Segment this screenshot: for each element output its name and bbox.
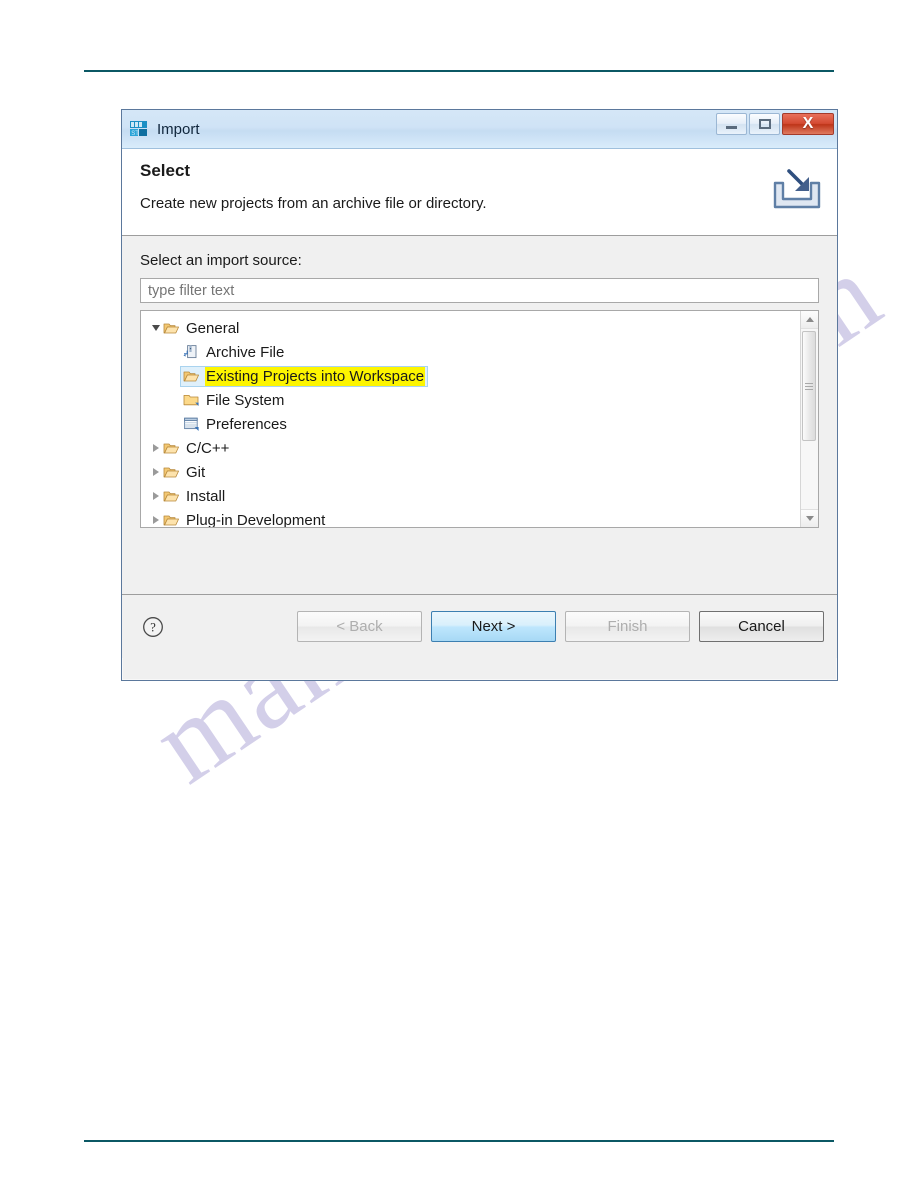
button-label: < Back (336, 618, 383, 635)
stm32-app-icon: ST (129, 119, 149, 139)
filter-input[interactable] (140, 278, 819, 303)
finish-button: Finish (565, 611, 690, 642)
tree-item-label: File System (206, 391, 285, 409)
tree-item-content: Install (163, 486, 225, 507)
tree-item-content: Plug-in Development (163, 510, 326, 528)
wizard-buttons: < Back Next > Finish Cancel (288, 611, 824, 642)
scroll-up-button[interactable] (801, 311, 818, 329)
import-source-tree: General Archive File Existing Projects int… (140, 310, 819, 528)
minimize-icon (726, 125, 737, 129)
button-label: Next > (471, 618, 516, 635)
svg-text:?: ? (150, 620, 156, 634)
tree-item-content: Preferences (183, 414, 287, 435)
minimize-button[interactable] (716, 113, 747, 135)
page-description: Create new projects from an archive file… (140, 195, 487, 212)
tree-item-content: C/C++ (163, 438, 229, 459)
button-label: Finish (607, 618, 648, 635)
import-wizard-icon (767, 161, 827, 219)
tree-item[interactable]: C/C++ (141, 436, 800, 460)
tree-item-content: Archive File (183, 342, 284, 363)
dialog-title: Import (157, 120, 200, 138)
page-title: Select (140, 161, 191, 180)
tree-rows: General Archive File Existing Projects int… (141, 311, 800, 527)
chevron-up-icon (805, 317, 814, 322)
expander-expand-icon[interactable] (149, 465, 163, 479)
tree-item-label: Archive File (206, 343, 285, 361)
close-icon: X (802, 115, 814, 132)
open-folder-icon (163, 488, 180, 504)
question-mark-icon[interactable]: ? (142, 616, 164, 638)
closed-folder-icon (183, 392, 200, 408)
import-dialog: ST Import X Select Create new projects f… (121, 109, 838, 681)
grip-icon (805, 381, 813, 392)
expander-expand-icon[interactable] (149, 489, 163, 503)
next-button[interactable]: Next > (431, 611, 556, 642)
expander-collapse-icon[interactable] (149, 321, 163, 335)
dialog-header: Select Create new projects from an archi… (122, 149, 837, 236)
window-controls: X (716, 113, 834, 135)
tree-item-content: Git (163, 462, 205, 483)
tree-item-content: General (163, 318, 239, 339)
scrollbar-track[interactable] (801, 329, 818, 509)
tree-item-label: Preferences (206, 415, 287, 433)
tree-item-label: C/C++ (186, 439, 230, 457)
tree-item[interactable]: Plug-in Development (141, 508, 800, 527)
import-source-label: Select an import source: (140, 252, 302, 269)
preferences-list-icon (183, 416, 200, 432)
tree-item-label: Existing Projects into Workspace (206, 367, 425, 385)
open-folder-icon (183, 368, 200, 384)
back-button: < Back (297, 611, 422, 642)
tree-item[interactable]: Git (141, 460, 800, 484)
tree-item[interactable]: File System (141, 388, 800, 412)
cancel-button[interactable]: Cancel (699, 611, 824, 642)
tree-item-label: Git (186, 463, 206, 481)
scrollbar-thumb[interactable] (802, 331, 816, 441)
tree-item-content: Existing Projects into Workspace (180, 365, 429, 387)
maximize-icon (758, 119, 771, 129)
expander-expand-icon[interactable] (149, 513, 163, 527)
page-top-rule (84, 70, 834, 72)
tree-item[interactable]: Install (141, 484, 800, 508)
tree-scrollbar[interactable] (800, 311, 818, 527)
chevron-down-icon (805, 516, 814, 521)
tree-item[interactable]: Existing Projects into Workspace (141, 364, 800, 388)
scroll-down-button[interactable] (801, 509, 818, 527)
dialog-titlebar: ST Import X (122, 110, 837, 149)
archive-file-icon (183, 344, 200, 360)
open-folder-icon (163, 512, 180, 527)
tree-item[interactable]: General (141, 316, 800, 340)
button-label: Cancel (738, 618, 785, 635)
open-folder-icon (163, 464, 180, 480)
expander-expand-icon[interactable] (149, 441, 163, 455)
dialog-body: Select an import source: General Archive … (122, 236, 837, 594)
open-folder-icon (163, 440, 180, 456)
tree-item-content: File System (183, 390, 284, 411)
tree-item-label: General (186, 319, 240, 337)
page-bottom-rule (84, 1140, 834, 1142)
maximize-button[interactable] (749, 113, 780, 135)
tree-item-label: Plug-in Development (186, 511, 326, 528)
tree-item-label: Install (186, 487, 226, 505)
dialog-footer: ? < Back Next > Finish Cancel (122, 594, 837, 658)
tree-item[interactable]: Preferences (141, 412, 800, 436)
close-button[interactable]: X (782, 113, 834, 135)
svg-text:ST: ST (131, 131, 139, 137)
open-folder-icon (163, 320, 180, 336)
tree-item[interactable]: Archive File (141, 340, 800, 364)
